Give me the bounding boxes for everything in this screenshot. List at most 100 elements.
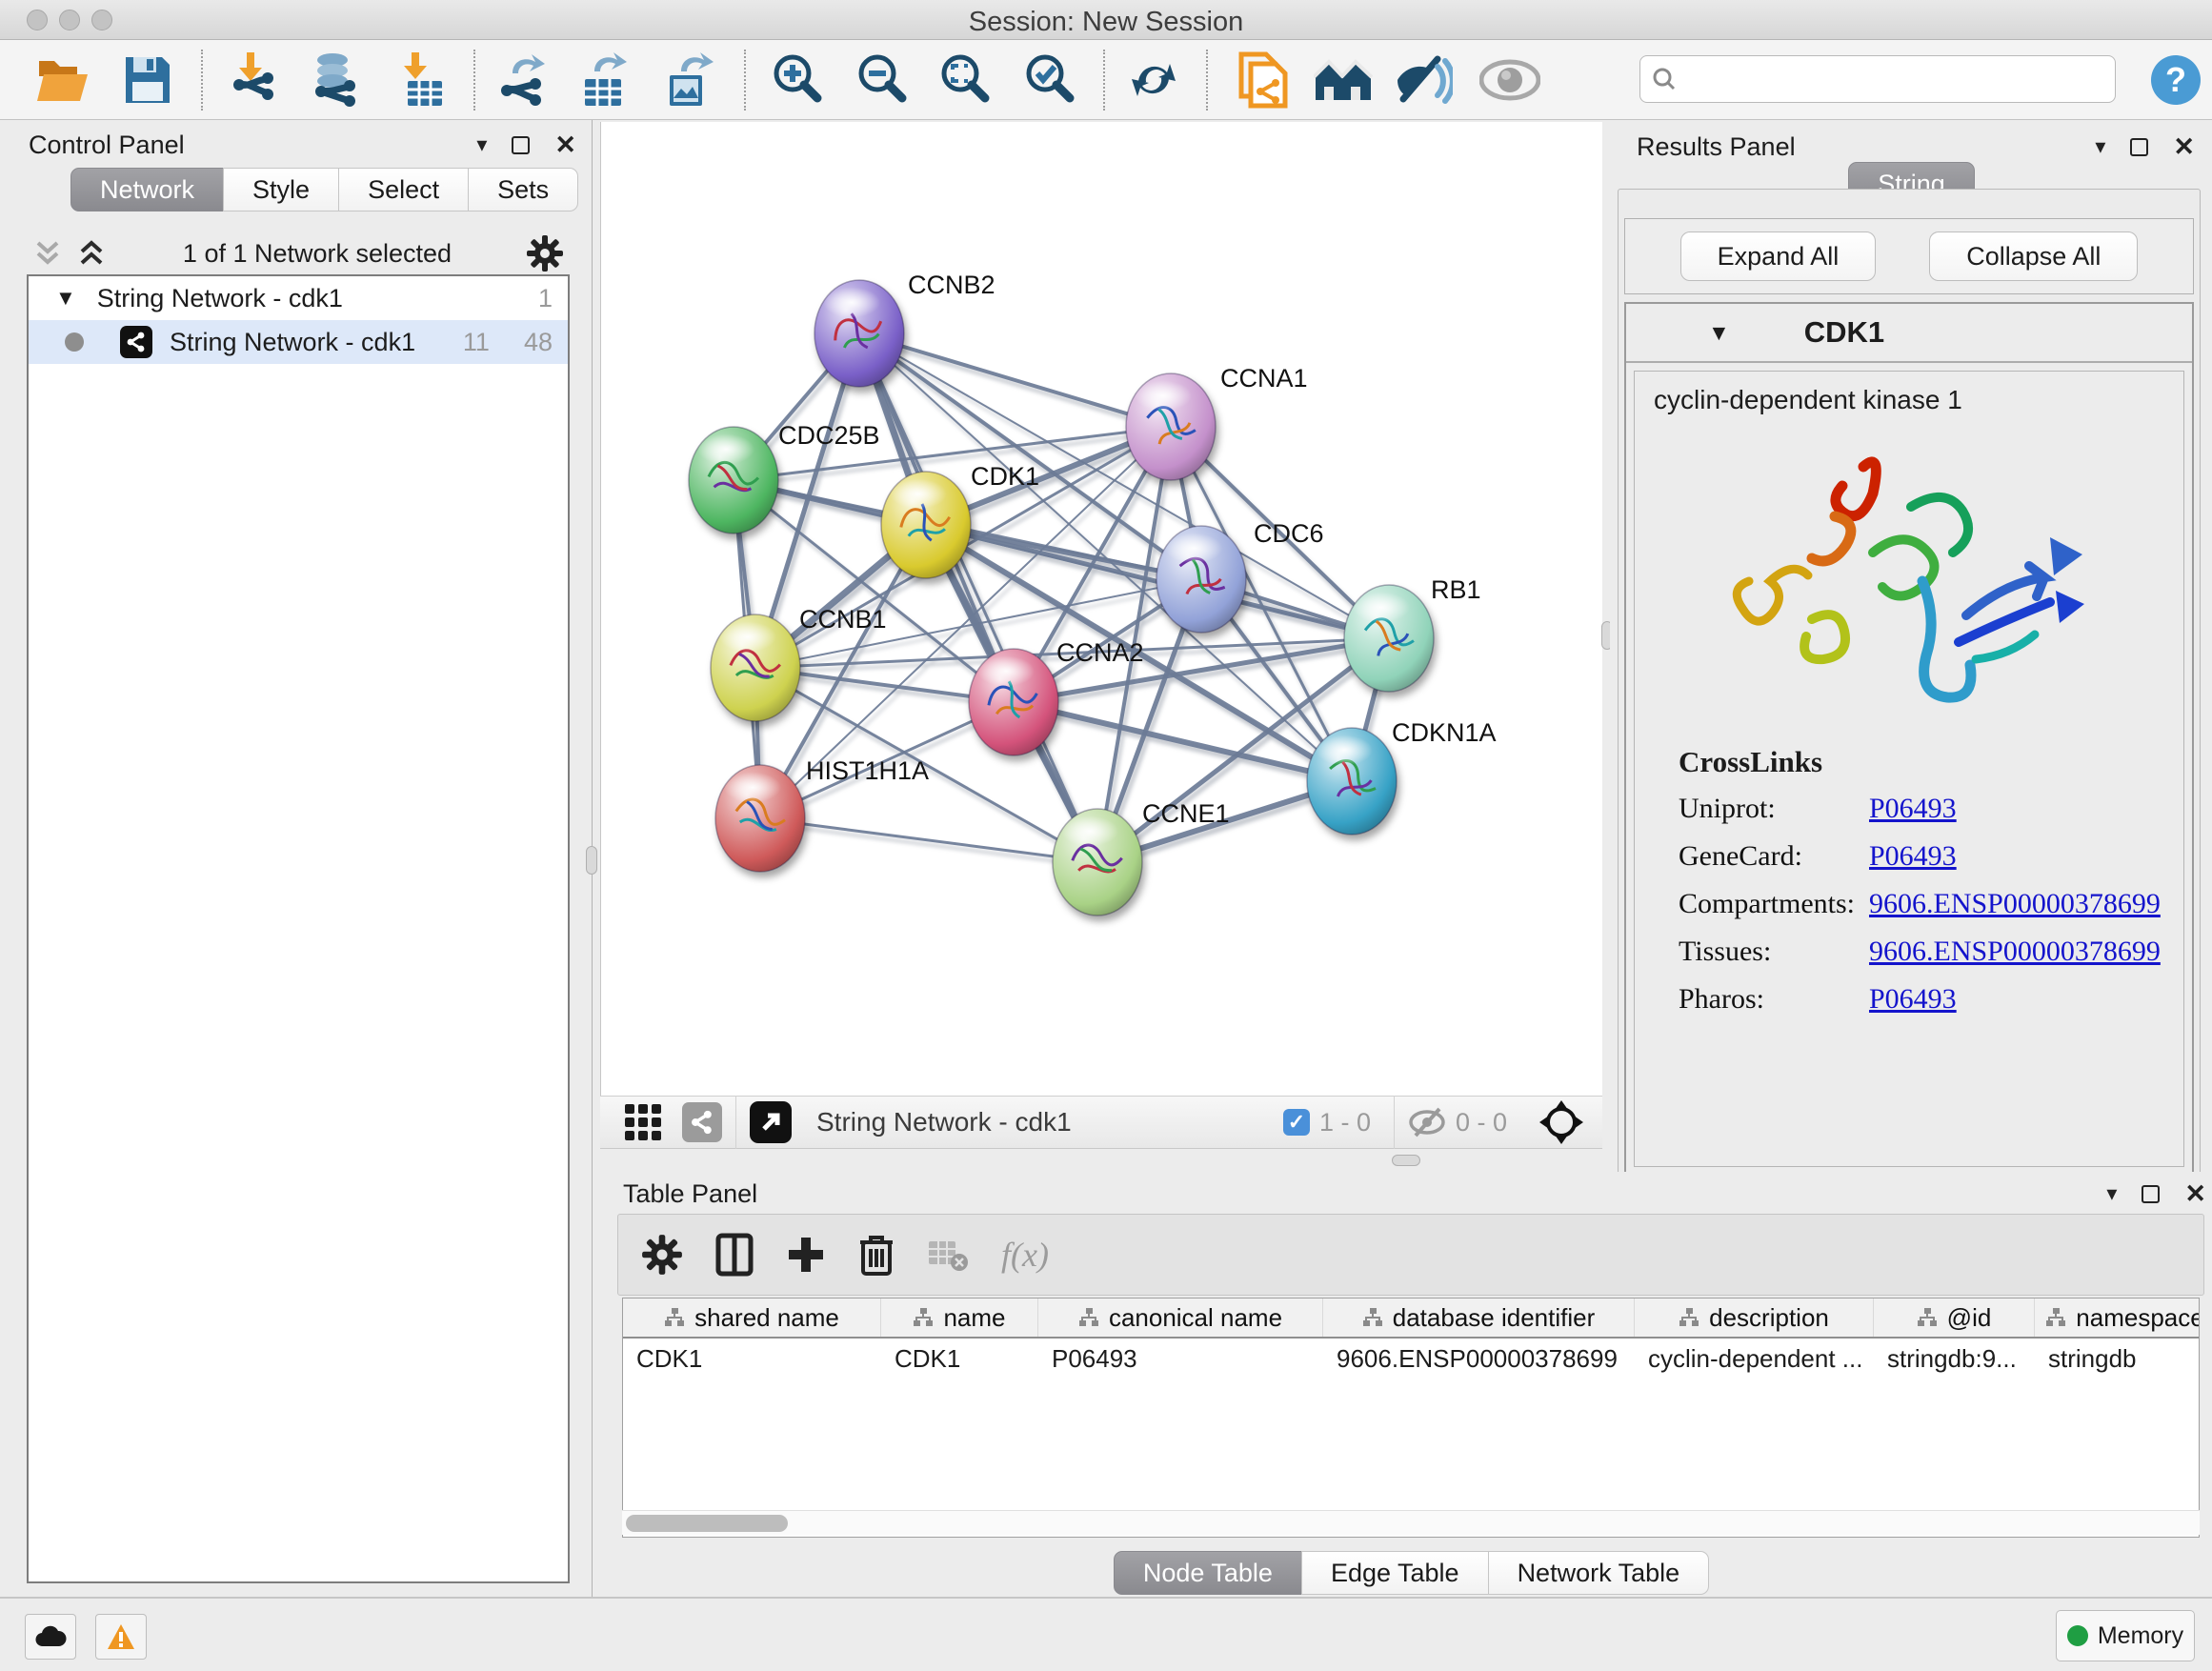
crosslink-link[interactable]: P06493	[1869, 840, 1957, 873]
string-eye-icon[interactable]	[1479, 51, 1540, 109]
panel-float-icon[interactable]	[512, 136, 530, 154]
table-cell[interactable]: CDK1	[881, 1339, 1038, 1379]
left-splitter-handle[interactable]	[586, 846, 597, 875]
apply-preferred-layout-icon[interactable]	[1123, 51, 1184, 109]
network-edge[interactable]	[760, 818, 1097, 862]
grid-view-icon[interactable]	[623, 1102, 663, 1142]
network-view-icon[interactable]	[682, 1102, 722, 1142]
panel-close-icon[interactable]: ✕	[2184, 1179, 2206, 1209]
collection-expand-icon[interactable]: ▼	[55, 286, 76, 311]
search-box[interactable]	[1639, 55, 2116, 103]
apply-function-icon[interactable]: f(x)	[1001, 1235, 1049, 1275]
network-collection-row[interactable]: ▼ String Network - cdk1 1	[29, 276, 568, 320]
string-home-icon[interactable]	[1313, 51, 1374, 109]
collapse-all-button[interactable]: Collapse All	[1929, 232, 2138, 281]
network-options-gear-icon[interactable]	[526, 234, 564, 272]
scrollbar-thumb[interactable]	[626, 1515, 788, 1532]
crosslink-link[interactable]: 9606.ENSP00000378699	[1869, 936, 2161, 968]
birds-eye-view-icon[interactable]	[1539, 1100, 1583, 1144]
string-hide-icon[interactable]	[1394, 51, 1455, 109]
network-canvas[interactable]: CCNB2CCNA1CDC25BCDK1CDC6RB1CCNB1CCNA2CDK…	[600, 122, 1602, 1096]
network-row[interactable]: String Network - cdk1 11 48	[29, 320, 568, 364]
zoom-in-icon[interactable]	[767, 51, 828, 109]
network-edge[interactable]	[859, 333, 1171, 427]
table-cell[interactable]: stringdb:9...	[1874, 1339, 2035, 1379]
export-table-icon[interactable]	[573, 51, 634, 109]
export-network-icon[interactable]	[492, 51, 553, 109]
network-node-ccnb1[interactable]	[711, 614, 800, 721]
table-cell[interactable]: stringdb	[2035, 1339, 2200, 1379]
table-cell[interactable]: CDK1	[623, 1339, 881, 1379]
column-header-shared-name[interactable]: shared name	[623, 1299, 881, 1337]
cloud-button[interactable]	[25, 1614, 76, 1660]
panel-close-icon[interactable]: ✕	[554, 131, 576, 160]
bottom-splitter-handle[interactable]	[1392, 1155, 1420, 1166]
column-header-namespace[interactable]: namespace	[2035, 1299, 2200, 1337]
panel-float-icon[interactable]	[2142, 1185, 2160, 1203]
column-header-name[interactable]: name	[881, 1299, 1038, 1337]
network-node-cdc6[interactable]	[1156, 526, 1246, 633]
string-document-icon[interactable]	[1234, 51, 1295, 109]
panel-float-icon[interactable]	[2130, 138, 2148, 156]
search-input[interactable]	[1684, 65, 2094, 94]
network-node-ccnb2[interactable]	[814, 280, 904, 387]
table-horizontal-scrollbar[interactable]	[622, 1510, 2200, 1535]
warnings-button[interactable]	[95, 1614, 147, 1660]
tab-edge-table[interactable]: Edge Table	[1301, 1551, 1489, 1595]
delete-table-icon[interactable]	[927, 1238, 969, 1272]
delete-column-icon[interactable]	[858, 1233, 895, 1277]
show-columns-icon[interactable]	[715, 1233, 754, 1277]
network-node-hist1h1a[interactable]	[715, 765, 805, 872]
import-network-database-icon[interactable]	[304, 51, 365, 109]
network-node-cdc25b[interactable]	[689, 427, 778, 534]
detach-view-icon[interactable]	[750, 1101, 792, 1143]
import-network-file-icon[interactable]	[224, 51, 285, 109]
node-table[interactable]: shared namenamecanonical namedatabase id…	[622, 1298, 2200, 1538]
network-node-ccna1[interactable]	[1126, 373, 1216, 480]
column-header-canonical-name[interactable]: canonical name	[1038, 1299, 1323, 1337]
tab-style[interactable]: Style	[223, 168, 339, 211]
table-cell[interactable]: cyclin-dependent ...	[1635, 1339, 1874, 1379]
crosslink-link[interactable]: P06493	[1869, 983, 1957, 1016]
hidden-eye-slash-icon[interactable]	[1408, 1107, 1446, 1137]
expand-all-icon[interactable]	[74, 237, 109, 270]
table-cell[interactable]: 9606.ENSP00000378699	[1323, 1339, 1635, 1379]
table-cell[interactable]: P06493	[1038, 1339, 1323, 1379]
column-header-@id[interactable]: @id	[1874, 1299, 2035, 1337]
node-entry-header[interactable]: ▼ CDK1	[1626, 304, 2192, 363]
memory-button[interactable]: Memory	[2056, 1610, 2195, 1661]
network-node-cdk1[interactable]	[881, 472, 971, 578]
crosslink-link[interactable]: P06493	[1869, 793, 1957, 825]
network-node-cdkn1a[interactable]	[1307, 728, 1397, 835]
panel-menu-icon[interactable]: ▾	[2106, 1181, 2117, 1206]
network-node-ccna2[interactable]	[969, 649, 1058, 755]
panel-menu-icon[interactable]: ▾	[2095, 134, 2105, 159]
zoom-selected-icon[interactable]	[1019, 51, 1080, 109]
crosslink-link[interactable]: 9606.ENSP00000378699	[1869, 888, 2161, 920]
table-row[interactable]: CDK1CDK1P064939606.ENSP00000378699cyclin…	[623, 1339, 2199, 1379]
tab-sets[interactable]: Sets	[468, 168, 578, 211]
network-node-ccne1[interactable]	[1053, 809, 1142, 916]
entry-collapse-icon[interactable]: ▼	[1708, 320, 1730, 346]
column-header-description[interactable]: description	[1635, 1299, 1874, 1337]
column-header-database-identifier[interactable]: database identifier	[1323, 1299, 1635, 1337]
selected-nodes-checkbox-icon[interactable]: ✓	[1283, 1109, 1310, 1136]
save-session-icon[interactable]	[117, 51, 178, 109]
open-session-icon[interactable]	[33, 51, 94, 109]
tab-select[interactable]: Select	[338, 168, 469, 211]
table-options-gear-icon[interactable]	[641, 1234, 683, 1276]
export-image-icon[interactable]	[658, 51, 719, 109]
panel-menu-icon[interactable]: ▾	[476, 132, 487, 157]
tab-network[interactable]: Network	[70, 168, 224, 211]
zoom-out-icon[interactable]	[852, 51, 913, 109]
tab-node-table[interactable]: Node Table	[1114, 1551, 1302, 1595]
panel-close-icon[interactable]: ✕	[2173, 132, 2195, 162]
network-node-rb1[interactable]	[1344, 585, 1434, 692]
create-column-icon[interactable]	[786, 1235, 826, 1275]
import-table-file-icon[interactable]	[392, 51, 453, 109]
help-icon[interactable]: ?	[2145, 51, 2206, 109]
collapse-all-icon[interactable]	[30, 237, 65, 270]
tab-network-table[interactable]: Network Table	[1488, 1551, 1710, 1595]
zoom-fit-icon[interactable]	[935, 51, 995, 109]
expand-all-button[interactable]: Expand All	[1680, 232, 1877, 281]
